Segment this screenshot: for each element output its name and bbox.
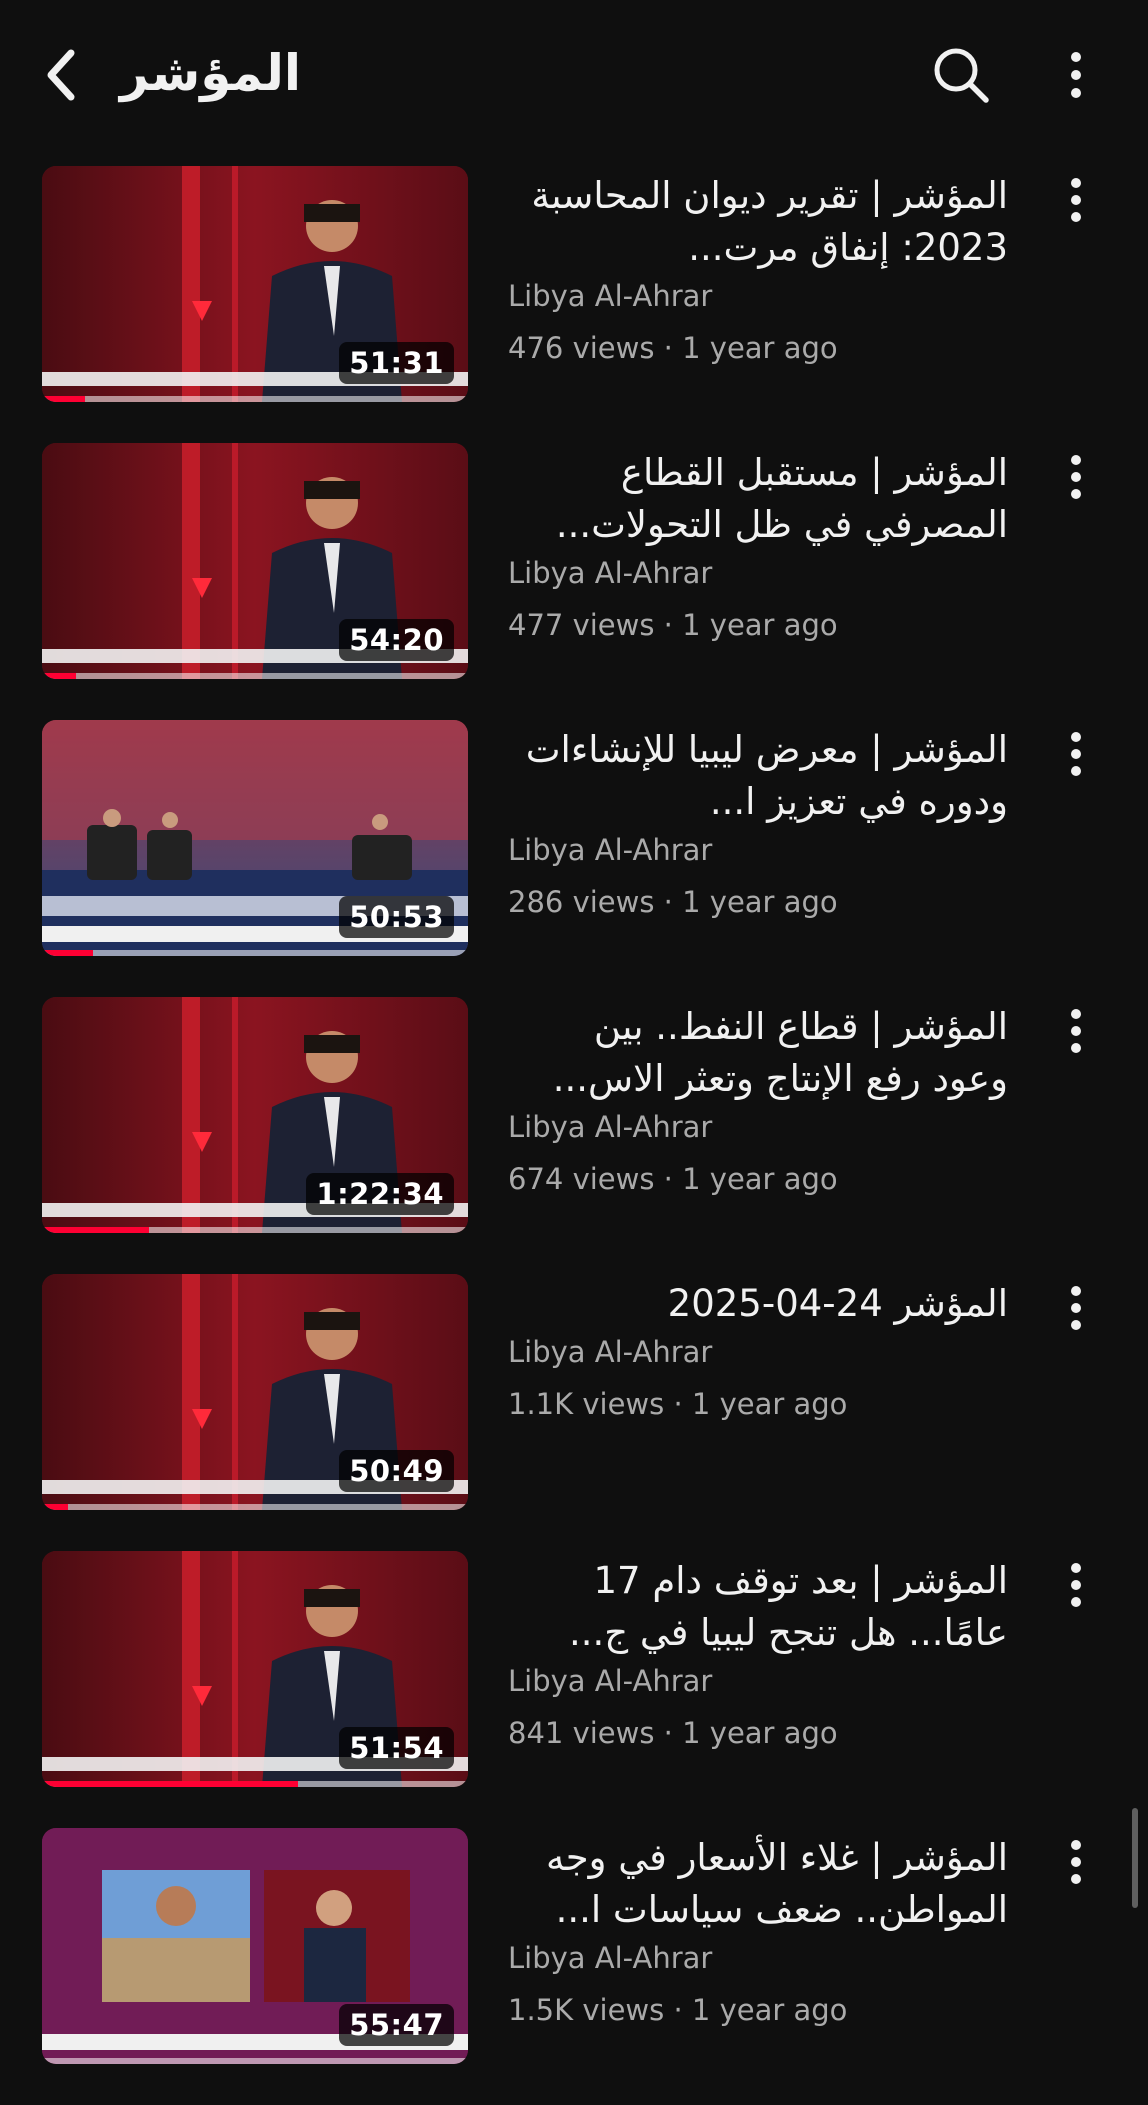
video-duration-badge: 54:20	[339, 619, 454, 661]
channel-name: Libya Al-Ahrar	[508, 1664, 713, 1698]
video-info: المؤشر | مستقبل القطاع المصرفي في ظل الت…	[508, 443, 1008, 645]
video-meta: 286 views · 1 year ago	[508, 885, 838, 919]
video-options-button[interactable]	[1064, 1832, 1088, 1892]
watch-progress-bar	[42, 950, 468, 956]
video-options-button[interactable]	[1064, 447, 1088, 507]
watch-progress-fill	[42, 1504, 68, 1510]
video-duration-badge: 1:22:34	[306, 1173, 454, 1215]
channel-name: Libya Al-Ahrar	[508, 279, 713, 313]
menu-dot	[1071, 749, 1081, 759]
menu-dot	[1071, 1043, 1081, 1053]
video-info: المؤشر | معرض ليبيا للإنشاءات ودوره في ت…	[508, 720, 1008, 922]
watch-progress-fill	[42, 1227, 149, 1233]
video-duration-badge: 55:47	[339, 2004, 454, 2046]
back-button[interactable]	[36, 40, 86, 110]
more-vertical-icon	[1071, 455, 1081, 465]
video-title[interactable]: المؤشر | معرض ليبيا للإنشاءات ودوره في ت…	[508, 720, 1008, 828]
video-meta: 1.1K views · 1 year ago	[508, 1387, 848, 1421]
video-meta: 674 views · 1 year ago	[508, 1162, 838, 1196]
video-meta: 477 views · 1 year ago	[508, 608, 838, 642]
more-vertical-icon	[1071, 1563, 1081, 1573]
menu-dot	[1071, 212, 1081, 222]
channel-name: Libya Al-Ahrar	[508, 833, 713, 867]
more-vertical-icon	[1071, 178, 1081, 188]
menu-dot	[1071, 766, 1081, 776]
menu-dot	[1071, 1597, 1081, 1607]
chevron-left-icon	[47, 49, 75, 101]
scrollbar[interactable]	[1132, 1808, 1138, 1908]
video-thumbnail[interactable]: 50:53	[42, 720, 468, 956]
video-meta: 1.5K views · 1 year ago	[508, 1993, 848, 2027]
video-thumbnail[interactable]: 54:20	[42, 443, 468, 679]
video-list-item[interactable]: 50:49 المؤشر 24-04-2025 Libya Al-Ahrar 1.1K…	[0, 1274, 1148, 1551]
channel-name: Libya Al-Ahrar	[508, 1941, 713, 1975]
watch-progress-bar	[42, 1227, 468, 1233]
menu-dot	[1071, 489, 1081, 499]
more-vertical-icon	[1071, 1009, 1081, 1019]
video-options-button[interactable]	[1064, 1001, 1088, 1061]
video-meta: 841 views · 1 year ago	[508, 1716, 838, 1750]
video-title[interactable]: المؤشر | تقرير ديوان المحاسبة 2023: إنفا…	[508, 166, 1008, 274]
watch-progress-bar	[42, 1504, 468, 1510]
watch-progress-bar	[42, 396, 468, 402]
watch-progress-fill	[42, 1781, 298, 1787]
channel-name: Libya Al-Ahrar	[508, 1110, 713, 1144]
video-thumbnail[interactable]: 51:31	[42, 166, 468, 402]
search-icon	[934, 48, 989, 103]
more-vertical-icon	[1071, 732, 1081, 742]
watch-progress-bar	[42, 673, 468, 679]
more-vertical-icon	[1071, 1840, 1081, 1850]
video-title[interactable]: المؤشر | بعد توقف دام 17 عامًا... هل تنج…	[508, 1551, 1008, 1659]
menu-dot	[1071, 1874, 1081, 1884]
video-list-item[interactable]: 54:20 المؤشر | مستقبل القطاع المصرفي في ظ…	[0, 443, 1148, 720]
video-list-item[interactable]: 50:53 المؤشر | معرض ليبيا للإنشاءات ودوره…	[0, 720, 1148, 997]
menu-dot	[1071, 1026, 1081, 1036]
menu-dot	[1071, 1303, 1081, 1313]
video-duration-badge: 50:49	[339, 1450, 454, 1492]
video-list-item[interactable]: 55:47 المؤشر | غلاء الأسعار في وجه المواط…	[0, 1828, 1148, 2105]
video-duration-badge: 50:53	[339, 896, 454, 938]
watch-progress-fill	[42, 950, 94, 956]
page-title: المؤشر	[120, 44, 302, 102]
video-title[interactable]: المؤشر | مستقبل القطاع المصرفي في ظل الت…	[508, 443, 1008, 551]
menu-dot	[1071, 1320, 1081, 1330]
video-meta: 476 views · 1 year ago	[508, 331, 838, 365]
video-options-button[interactable]	[1064, 170, 1088, 230]
video-info: المؤشر 24-04-2025 Libya Al-Ahrar 1.1K view…	[508, 1274, 1008, 1424]
video-options-button[interactable]	[1064, 1278, 1088, 1338]
channel-name: Libya Al-Ahrar	[508, 556, 713, 590]
video-thumbnail[interactable]: 55:47	[42, 1828, 468, 2064]
video-title[interactable]: المؤشر 24-04-2025	[508, 1274, 1008, 1330]
watch-progress-fill	[42, 673, 77, 679]
video-info: المؤشر | قطاع النفط.. بين وعود رفع الإنت…	[508, 997, 1008, 1199]
more-options-button[interactable]	[1064, 44, 1088, 106]
video-thumbnail[interactable]: 50:49	[42, 1274, 468, 1510]
video-info: المؤشر | بعد توقف دام 17 عامًا... هل تنج…	[508, 1551, 1008, 1753]
video-options-button[interactable]	[1064, 1555, 1088, 1615]
watch-progress-bar	[42, 1781, 468, 1787]
menu-dot	[1071, 472, 1081, 482]
watch-progress-fill	[42, 396, 85, 402]
menu-dot	[1071, 1857, 1081, 1867]
video-title[interactable]: المؤشر | قطاع النفط.. بين وعود رفع الإنت…	[508, 997, 1008, 1105]
video-thumbnail[interactable]: 1:22:34	[42, 997, 468, 1233]
top-app-bar: المؤشر	[0, 0, 1148, 150]
video-list-item[interactable]: 51:54 المؤشر | بعد توقف دام 17 عامًا... ه…	[0, 1551, 1148, 1828]
video-info: المؤشر | غلاء الأسعار في وجه المواطن.. ض…	[508, 1828, 1008, 2030]
more-vertical-icon	[1071, 1286, 1081, 1296]
menu-dot	[1071, 1580, 1081, 1590]
video-options-button[interactable]	[1064, 724, 1088, 784]
menu-dot	[1071, 195, 1081, 205]
video-list-item[interactable]: 51:31 المؤشر | تقرير ديوان المحاسبة 2023:…	[0, 166, 1148, 443]
watch-progress-bar	[42, 2058, 468, 2064]
video-title[interactable]: المؤشر | غلاء الأسعار في وجه المواطن.. ض…	[508, 1828, 1008, 1936]
video-info: المؤشر | تقرير ديوان المحاسبة 2023: إنفا…	[508, 166, 1008, 368]
video-thumbnail[interactable]: 51:54	[42, 1551, 468, 1787]
video-list-item[interactable]: 1:22:34 المؤشر | قطاع النفط.. بين وعود رف…	[0, 997, 1148, 1274]
channel-name: Libya Al-Ahrar	[508, 1335, 713, 1369]
search-button[interactable]	[930, 44, 992, 106]
video-duration-badge: 51:31	[339, 342, 454, 384]
video-duration-badge: 51:54	[339, 1727, 454, 1769]
more-vertical-icon	[1071, 52, 1081, 62]
